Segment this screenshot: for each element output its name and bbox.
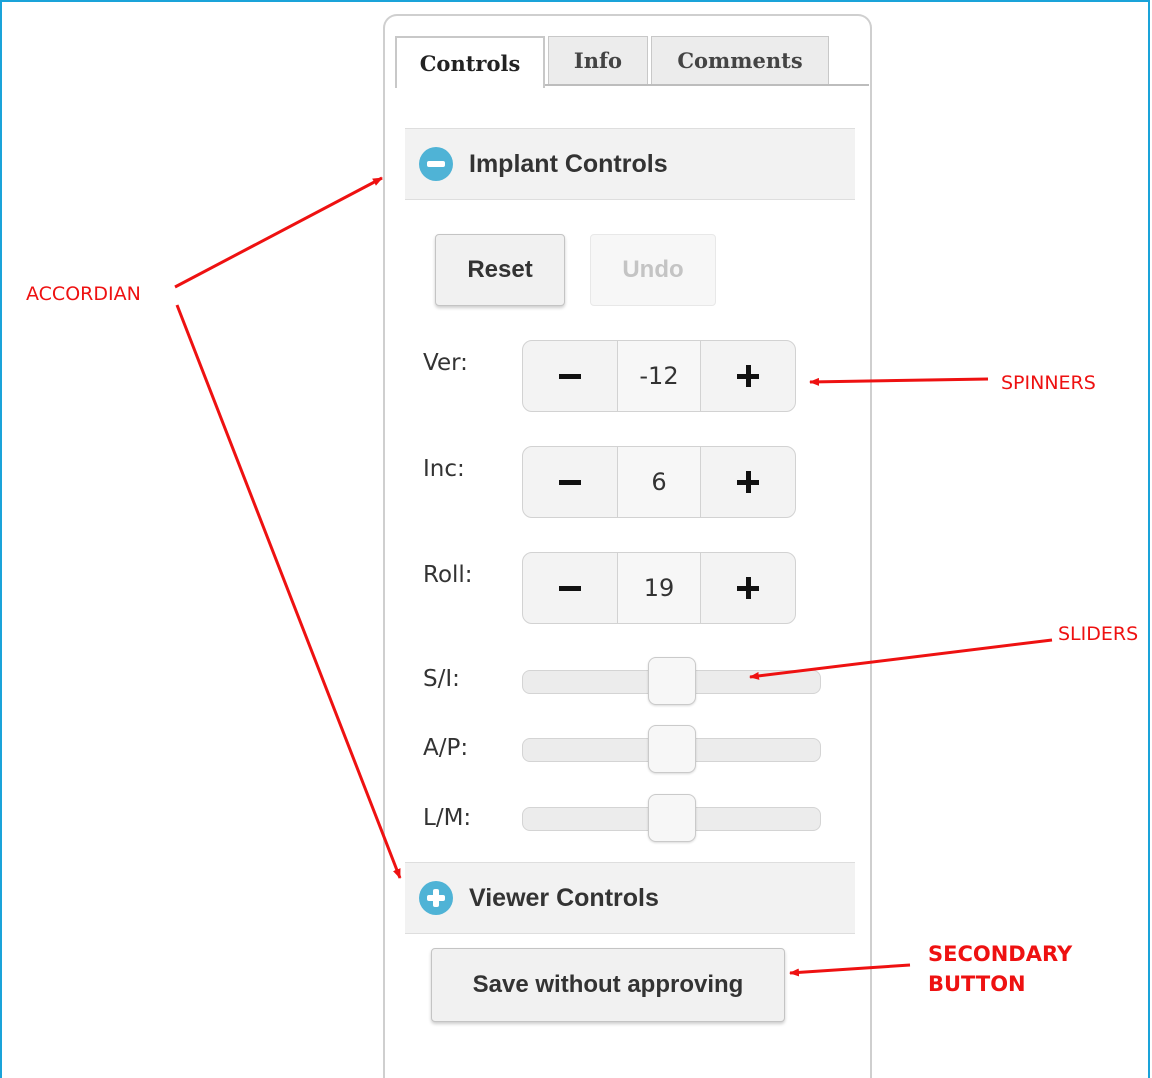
annotation-arrows [174,176,1053,977]
secondary-button-annotation-line1: SECONDARY [928,942,1073,966]
accordian-arrow-top [174,176,383,289]
tab-controls[interactable]: Controls [395,36,545,88]
sliders-annotation: SLIDERS [1058,623,1139,645]
accordian-arrow-bottom [175,304,402,879]
spinners-annotation: SPINNERS [1001,372,1096,394]
accordian-annotation: ACCORDIAN [26,283,141,305]
secondary-button-arrow [789,963,911,977]
sliders-arrow [749,638,1053,680]
secondary-button-annotation-line2: BUTTON [928,972,1026,996]
secondary-button-annotation: SECONDARY BUTTON [928,939,1072,999]
spinners-arrow [809,377,989,386]
